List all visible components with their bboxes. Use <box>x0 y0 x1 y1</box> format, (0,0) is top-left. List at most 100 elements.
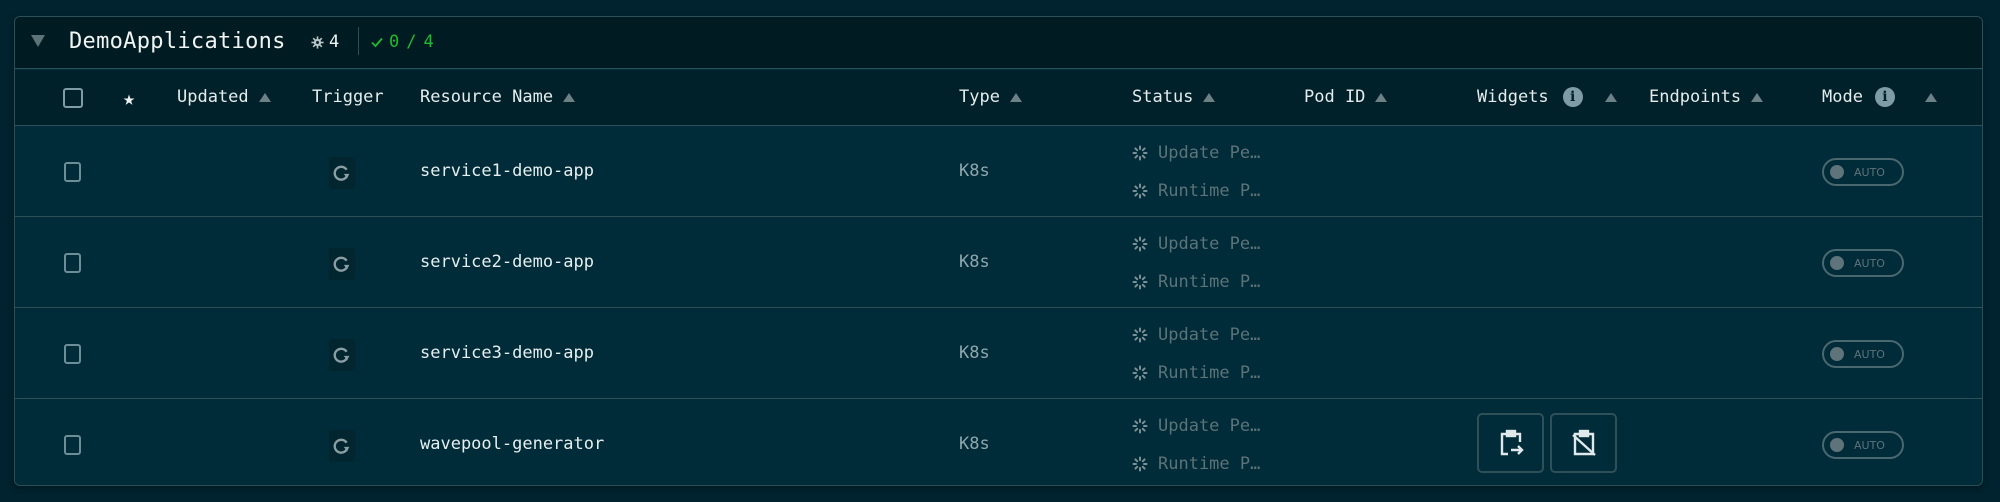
mode-label: AUTO <box>1854 438 1885 452</box>
clear-logs-widget-button[interactable] <box>1550 413 1617 473</box>
column-widgets[interactable]: Widgets i <box>1477 87 1617 107</box>
status-runtime-text: Runtime P… <box>1158 181 1261 201</box>
copy-logs-widget-button[interactable] <box>1477 413 1544 473</box>
column-resource-name-label: Resource Name <box>420 87 554 107</box>
column-type-label: Type <box>959 87 1000 107</box>
column-widgets-label: Widgets <box>1477 87 1549 107</box>
resource-name[interactable]: service2-demo-app <box>420 252 594 272</box>
column-mode[interactable]: Mode i <box>1822 87 1937 107</box>
table-row[interactable]: service2-demo-app K8s Update Pe… Runtime… <box>15 218 1982 308</box>
sort-up-icon <box>1604 92 1617 102</box>
resource-name[interactable]: service1-demo-app <box>420 161 594 181</box>
ready-count-value: 0 <box>389 32 400 52</box>
status-runtime-text: Runtime P… <box>1158 272 1261 292</box>
column-status-label: Status <box>1132 87 1194 107</box>
trigger-update-button[interactable] <box>329 157 355 189</box>
column-mode-label: Mode <box>1822 87 1863 107</box>
status-runtime-text: Runtime P… <box>1158 363 1261 383</box>
column-updated-label: Updated <box>177 87 249 107</box>
spinner-icon <box>1132 274 1148 290</box>
spinner-icon <box>1132 365 1148 381</box>
toggle-knob <box>1830 165 1844 179</box>
spinner-icon <box>1132 418 1148 434</box>
column-endpoints-label: Endpoints <box>1649 87 1742 107</box>
sort-up-icon <box>258 92 271 102</box>
group-header[interactable]: DemoApplications 4 0 / 4 <box>15 17 1982 69</box>
table-header: ★ Updated Trigger Resource Name Type Sta… <box>15 70 1982 126</box>
column-trigger: Trigger <box>312 87 384 107</box>
row-checkbox[interactable] <box>64 435 81 455</box>
spinner-icon <box>1132 327 1148 343</box>
refresh-icon <box>333 438 350 454</box>
group-title: DemoApplications <box>69 29 286 54</box>
column-updated[interactable]: Updated <box>177 87 271 107</box>
status-update[interactable]: Update Pe… <box>1132 234 1260 254</box>
trigger-update-button[interactable] <box>329 339 355 371</box>
spinner-icon <box>1132 145 1148 161</box>
star-icon[interactable]: ★ <box>123 86 135 110</box>
ready-separator: / <box>406 32 417 52</box>
status-update-text: Update Pe… <box>1158 143 1261 163</box>
column-type[interactable]: Type <box>959 87 1022 107</box>
mode-toggle[interactable]: AUTO <box>1822 158 1904 186</box>
resource-type: K8s <box>959 343 990 363</box>
column-resource-name[interactable]: Resource Name <box>420 87 576 107</box>
clipboard-arrow-icon <box>1500 429 1524 456</box>
status-update-text: Update Pe… <box>1158 234 1261 254</box>
table-row[interactable]: service3-demo-app K8s Update Pe… Runtime… <box>15 309 1982 399</box>
resource-count: 4 <box>311 32 339 52</box>
row-checkbox[interactable] <box>64 253 81 273</box>
status-update[interactable]: Update Pe… <box>1132 143 1260 163</box>
ready-total-value: 4 <box>423 32 434 52</box>
select-all-checkbox[interactable] <box>63 88 83 108</box>
row-checkbox[interactable] <box>64 162 81 182</box>
refresh-icon <box>333 347 350 363</box>
status-update-text: Update Pe… <box>1158 416 1261 436</box>
mode-toggle[interactable]: AUTO <box>1822 340 1904 368</box>
refresh-icon <box>333 256 350 272</box>
status-runtime[interactable]: Runtime P… <box>1132 454 1260 474</box>
column-pod-id-label: Pod ID <box>1304 87 1366 107</box>
refresh-icon <box>333 165 350 181</box>
gear-icon <box>311 35 324 49</box>
sort-up-icon <box>1009 92 1022 102</box>
mode-label: AUTO <box>1854 347 1885 361</box>
check-icon <box>371 37 383 48</box>
header-divider <box>358 27 359 55</box>
info-icon[interactable]: i <box>1562 87 1583 107</box>
sort-up-icon <box>563 92 576 102</box>
column-pod-id[interactable]: Pod ID <box>1304 87 1388 107</box>
table-row[interactable]: service1-demo-app K8s Update Pe… Runtime… <box>15 127 1982 217</box>
status-runtime[interactable]: Runtime P… <box>1132 272 1260 292</box>
status-update[interactable]: Update Pe… <box>1132 416 1260 436</box>
mode-label: AUTO <box>1854 256 1885 270</box>
column-trigger-label: Trigger <box>312 87 384 107</box>
mode-toggle[interactable]: AUTO <box>1822 431 1904 459</box>
caret-down-icon[interactable] <box>31 35 45 47</box>
status-runtime-text: Runtime P… <box>1158 454 1261 474</box>
table-row[interactable]: wavepool-generator K8s Update Pe… Runtim… <box>15 400 1982 485</box>
spinner-icon <box>1132 183 1148 199</box>
resource-name[interactable]: service3-demo-app <box>420 343 594 363</box>
toggle-knob <box>1830 438 1844 452</box>
sort-up-icon <box>1375 92 1388 102</box>
resource-type: K8s <box>959 161 990 181</box>
resource-name[interactable]: wavepool-generator <box>420 434 604 454</box>
status-runtime[interactable]: Runtime P… <box>1132 181 1260 201</box>
info-icon[interactable]: i <box>1874 87 1895 107</box>
toggle-knob <box>1830 256 1844 270</box>
sort-up-icon <box>1203 92 1216 102</box>
trigger-update-button[interactable] <box>329 248 355 280</box>
status-update[interactable]: Update Pe… <box>1132 325 1260 345</box>
sort-up-icon <box>1751 92 1764 102</box>
status-runtime[interactable]: Runtime P… <box>1132 363 1260 383</box>
column-status[interactable]: Status <box>1132 87 1216 107</box>
trigger-update-button[interactable] <box>329 430 355 462</box>
sort-up-icon <box>1924 92 1937 102</box>
clipboard-off-icon <box>1571 429 1596 456</box>
resource-count-value: 4 <box>329 32 340 52</box>
mode-toggle[interactable]: AUTO <box>1822 249 1904 277</box>
row-checkbox[interactable] <box>64 344 81 364</box>
resource-type: K8s <box>959 252 990 272</box>
column-endpoints[interactable]: Endpoints <box>1649 87 1764 107</box>
